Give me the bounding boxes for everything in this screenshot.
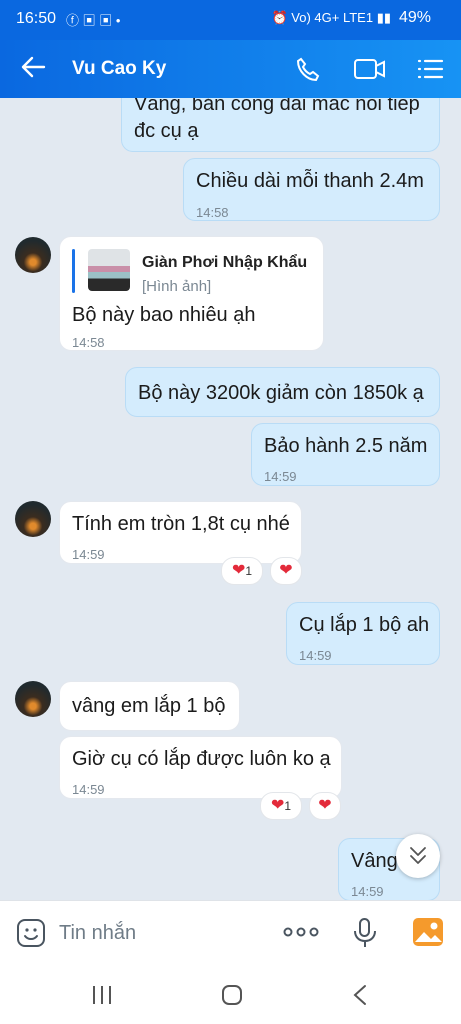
- message-bubble[interactable]: Giờ cụ có lắp được luôn ko ạ 14:59: [59, 736, 342, 799]
- react-button[interactable]: ❤: [270, 557, 302, 585]
- message-input-bar: Tin nhắn: [0, 900, 461, 967]
- heart-icon: ❤: [231, 562, 246, 579]
- status-bar: 16:50 ⓕ ▣ ▣ • ⏰ Vo) 4G+ LTE1 ▮▮ 49%: [0, 0, 461, 40]
- avatar[interactable]: [15, 237, 51, 273]
- message-bubble[interactable]: Giàn Phơi Nhập Khẩu [Hình ảnh] Bộ này ba…: [59, 236, 324, 351]
- back-arrow-icon[interactable]: [20, 54, 46, 85]
- chat-header: Vu Cao Ky: [0, 40, 461, 98]
- quoted-message[interactable]: Giàn Phơi Nhập Khẩu [Hình ảnh]: [72, 249, 312, 295]
- heart-icon: ❤: [270, 797, 285, 814]
- recent-apps-icon[interactable]: [91, 985, 113, 1010]
- heart-icon: ❤: [279, 562, 293, 579]
- sticker-icon[interactable]: [16, 918, 46, 953]
- contact-name[interactable]: Vu Cao Ky: [72, 58, 166, 80]
- network-indicator: ⏰ Vo) 4G+ LTE1 ▮▮: [271, 10, 391, 25]
- message-time: 14:59: [299, 648, 332, 663]
- menu-icon[interactable]: [416, 56, 444, 82]
- quote-bar: [72, 249, 75, 293]
- message-bubble[interactable]: Chiều dài mỗi thanh 2.4m 14:58: [183, 158, 440, 221]
- phone-icon[interactable]: [294, 56, 322, 82]
- avatar[interactable]: [15, 681, 51, 717]
- more-icon[interactable]: [283, 925, 319, 944]
- image-gallery-icon[interactable]: [412, 917, 444, 952]
- quote-subtitle: [Hình ảnh]: [142, 278, 212, 295]
- message-list[interactable]: Vâng, bản công dài mắc nối tiếp đc cụ ạ …: [0, 98, 461, 900]
- message-time: 14:59: [351, 884, 384, 899]
- message-time: 14:59: [72, 782, 105, 797]
- avatar[interactable]: [15, 501, 51, 537]
- video-icon[interactable]: [354, 56, 385, 82]
- reaction-count[interactable]: ❤1: [221, 557, 263, 585]
- quote-thumbnail: [88, 249, 130, 291]
- message-bubble[interactable]: Vâng, bản công dài mắc nối tiếp đc cụ ạ: [121, 98, 440, 152]
- quote-title: Giàn Phơi Nhập Khẩu: [142, 254, 308, 271]
- chevron-double-down-icon: [408, 847, 428, 871]
- message-bubble[interactable]: Tính em tròn 1,8t cụ nhé 14:59: [59, 501, 302, 564]
- notification-icons: ⓕ ▣ ▣ •: [66, 13, 121, 28]
- scroll-to-bottom-button[interactable]: [396, 834, 440, 878]
- message-input[interactable]: Tin nhắn: [59, 922, 136, 945]
- message-time: 14:59: [72, 547, 105, 562]
- home-icon[interactable]: [221, 984, 243, 1011]
- battery-level: 49%: [398, 9, 431, 26]
- heart-icon: ❤: [318, 797, 332, 814]
- message-bubble[interactable]: Cụ lắp 1 bộ ah 14:59: [286, 602, 440, 665]
- system-navigation-bar: [0, 966, 461, 1024]
- back-icon[interactable]: [352, 984, 368, 1011]
- reaction-count[interactable]: ❤1: [260, 792, 302, 820]
- status-time: 16:50: [16, 10, 57, 27]
- message-bubble[interactable]: Bộ này 3200k giảm còn 1850k ạ: [125, 367, 440, 417]
- message-time: 14:58: [196, 205, 229, 220]
- message-bubble[interactable]: Bảo hành 2.5 năm 14:59: [251, 423, 440, 486]
- message-bubble[interactable]: vâng em lắp 1 bộ: [59, 681, 240, 731]
- react-button[interactable]: ❤: [309, 792, 341, 820]
- message-time: 14:58: [72, 335, 105, 350]
- microphone-icon[interactable]: [352, 917, 378, 954]
- message-time: 14:59: [264, 469, 297, 484]
